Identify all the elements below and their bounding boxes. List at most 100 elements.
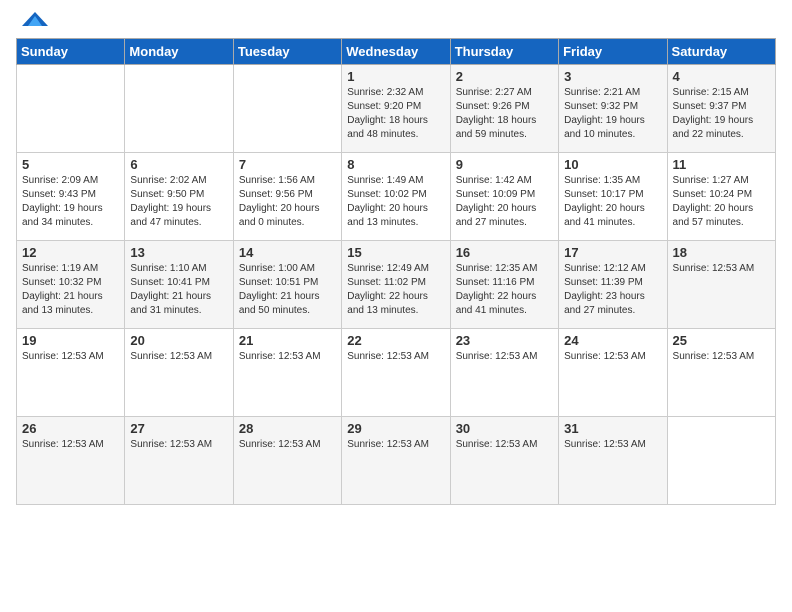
week-row-4: 19Sunrise: 12:53 AM20Sunrise: 12:53 AM 21…: [17, 329, 776, 417]
day-cell: 6 Sunrise: 2:02 AM Sunset: 9:50 PM Daylig…: [125, 153, 233, 241]
day-number: 16: [456, 245, 553, 260]
week-row-5: 26Sunrise: 12:53 AM27Sunrise: 12:53 AM28…: [17, 417, 776, 505]
day-info: Sunrise: 12:12 AM Sunset: 11:39 PM Dayli…: [564, 262, 661, 318]
day-info: Sunrise: 12:53 AM: [130, 350, 227, 364]
day-cell: 23 Sunrise: 12:53 AM: [450, 329, 558, 417]
day-cell: 3 Sunrise: 2:21 AM Sunset: 9:32 PM Daylig…: [559, 65, 667, 153]
day-cell: 11 Sunrise: 1:27 AM Sunset: 10:24 PM Dayl…: [667, 153, 775, 241]
col-header-friday: Friday: [559, 39, 667, 65]
day-number: 29: [347, 421, 444, 436]
day-cell: 2Sunrise: 2:27 AM Sunset: 9:26 PM Daylig…: [450, 65, 558, 153]
day-cell: 28 Sunrise: 12:53 AM: [233, 417, 341, 505]
day-cell: [17, 65, 125, 153]
day-info: Sunrise: 12:49 AM Sunset: 11:02 PM Dayli…: [347, 262, 444, 318]
day-cell: 4Sunrise: 2:15 AM Sunset: 9:37 PM Daylig…: [667, 65, 775, 153]
col-header-tuesday: Tuesday: [233, 39, 341, 65]
day-cell: [125, 65, 233, 153]
day-number: 25: [673, 333, 770, 348]
day-cell: 25 Sunrise: 12:53 AM: [667, 329, 775, 417]
day-info: Sunrise: 12:53 AM: [564, 350, 661, 364]
day-number: 28: [239, 421, 336, 436]
week-row-2: 5 Sunrise: 2:09 AM Sunset: 9:43 PM Daylig…: [17, 153, 776, 241]
day-cell: 29 Sunrise: 12:53 AM: [342, 417, 450, 505]
day-info: Sunrise: 2:27 AM Sunset: 9:26 PM Dayligh…: [456, 86, 553, 142]
day-cell: 30 Sunrise: 12:53 AM: [450, 417, 558, 505]
day-info: Sunrise: 1:35 AM Sunset: 10:17 PM Daylig…: [564, 174, 661, 230]
day-number: 3: [564, 69, 661, 84]
day-number: 4: [673, 69, 770, 84]
day-info: Sunrise: 12:53 AM: [22, 438, 119, 452]
col-header-wednesday: Wednesday: [342, 39, 450, 65]
col-header-monday: Monday: [125, 39, 233, 65]
day-cell: 5 Sunrise: 2:09 AM Sunset: 9:43 PM Daylig…: [17, 153, 125, 241]
day-info: Sunrise: 1:56 AM Sunset: 9:56 PM Dayligh…: [239, 174, 336, 230]
day-cell: 13Sunrise: 1:10 AM Sunset: 10:41 PM Dayl…: [125, 241, 233, 329]
day-cell: 1Sunrise: 2:32 AM Sunset: 9:20 PM Daylig…: [342, 65, 450, 153]
day-info: Sunrise: 12:53 AM: [673, 350, 770, 364]
day-number: 10: [564, 157, 661, 172]
day-cell: 19Sunrise: 12:53 AM: [17, 329, 125, 417]
day-number: 15: [347, 245, 444, 260]
day-number: 12: [22, 245, 119, 260]
logo-icon: [20, 4, 50, 34]
col-header-thursday: Thursday: [450, 39, 558, 65]
day-number: 11: [673, 157, 770, 172]
week-row-3: 12Sunrise: 1:19 AM Sunset: 10:32 PM Dayl…: [17, 241, 776, 329]
day-info: Sunrise: 1:27 AM Sunset: 10:24 PM Daylig…: [673, 174, 770, 230]
day-number: 27: [130, 421, 227, 436]
col-header-saturday: Saturday: [667, 39, 775, 65]
day-number: 14: [239, 245, 336, 260]
col-header-sunday: Sunday: [17, 39, 125, 65]
day-cell: 15 Sunrise: 12:49 AM Sunset: 11:02 PM Day…: [342, 241, 450, 329]
day-number: 9: [456, 157, 553, 172]
header-row: SundayMondayTuesdayWednesdayThursdayFrid…: [17, 39, 776, 65]
day-info: Sunrise: 2:09 AM Sunset: 9:43 PM Dayligh…: [22, 174, 119, 230]
day-number: 17: [564, 245, 661, 260]
day-info: Sunrise: 12:53 AM: [239, 350, 336, 364]
day-info: Sunrise: 12:35 AM Sunset: 11:16 PM Dayli…: [456, 262, 553, 318]
day-info: Sunrise: 12:53 AM: [239, 438, 336, 452]
day-number: 5: [22, 157, 119, 172]
day-number: 1: [347, 69, 444, 84]
day-cell: 17 Sunrise: 12:12 AM Sunset: 11:39 PM Day…: [559, 241, 667, 329]
day-number: 30: [456, 421, 553, 436]
calendar-body: 1Sunrise: 2:32 AM Sunset: 9:20 PM Daylig…: [17, 65, 776, 505]
day-info: Sunrise: 1:10 AM Sunset: 10:41 PM Daylig…: [130, 262, 227, 318]
day-number: 22: [347, 333, 444, 348]
header: [16, 10, 776, 34]
day-cell: 22 Sunrise: 12:53 AM: [342, 329, 450, 417]
day-number: 8: [347, 157, 444, 172]
day-cell: [667, 417, 775, 505]
day-info: Sunrise: 12:53 AM: [456, 438, 553, 452]
day-cell: 14 Sunrise: 1:00 AM Sunset: 10:51 PM Dayl…: [233, 241, 341, 329]
page: SundayMondayTuesdayWednesdayThursdayFrid…: [0, 0, 792, 612]
day-number: 18: [673, 245, 770, 260]
day-number: 23: [456, 333, 553, 348]
day-cell: 31Sunrise: 12:53 AM: [559, 417, 667, 505]
day-info: Sunrise: 12:53 AM: [347, 350, 444, 364]
day-number: 6: [130, 157, 227, 172]
week-row-1: 1Sunrise: 2:32 AM Sunset: 9:20 PM Daylig…: [17, 65, 776, 153]
day-info: Sunrise: 1:00 AM Sunset: 10:51 PM Daylig…: [239, 262, 336, 318]
day-cell: 7 Sunrise: 1:56 AM Sunset: 9:56 PM Daylig…: [233, 153, 341, 241]
day-info: Sunrise: 2:21 AM Sunset: 9:32 PM Dayligh…: [564, 86, 661, 142]
day-cell: 20Sunrise: 12:53 AM: [125, 329, 233, 417]
day-info: Sunrise: 12:53 AM: [673, 262, 770, 276]
day-cell: 9 Sunrise: 1:42 AM Sunset: 10:09 PM Dayli…: [450, 153, 558, 241]
day-info: Sunrise: 12:53 AM: [456, 350, 553, 364]
day-info: Sunrise: 2:02 AM Sunset: 9:50 PM Dayligh…: [130, 174, 227, 230]
day-info: Sunrise: 1:42 AM Sunset: 10:09 PM Daylig…: [456, 174, 553, 230]
calendar-table: SundayMondayTuesdayWednesdayThursdayFrid…: [16, 38, 776, 505]
day-cell: [233, 65, 341, 153]
day-number: 7: [239, 157, 336, 172]
day-number: 21: [239, 333, 336, 348]
day-info: Sunrise: 12:53 AM: [22, 350, 119, 364]
day-cell: 10 Sunrise: 1:35 AM Sunset: 10:17 PM Dayl…: [559, 153, 667, 241]
day-info: Sunrise: 12:53 AM: [347, 438, 444, 452]
calendar-header: SundayMondayTuesdayWednesdayThursdayFrid…: [17, 39, 776, 65]
day-number: 24: [564, 333, 661, 348]
day-cell: 16 Sunrise: 12:35 AM Sunset: 11:16 PM Day…: [450, 241, 558, 329]
day-cell: 18 Sunrise: 12:53 AM: [667, 241, 775, 329]
day-number: 26: [22, 421, 119, 436]
logo: [16, 10, 50, 34]
